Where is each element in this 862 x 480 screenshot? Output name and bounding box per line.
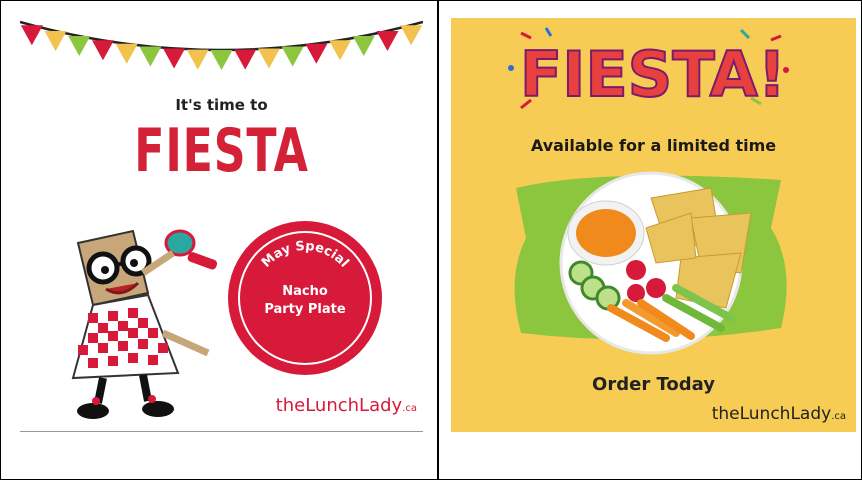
bunting-flag	[257, 48, 280, 69]
fiesta-promo-card-left: It's time to FIESTA May Special Nacho Pa…	[20, 18, 423, 430]
bunting-flag	[68, 36, 91, 57]
order-today-cta: Order Today	[592, 374, 715, 395]
bunting-flag	[400, 25, 423, 46]
svg-text:May Special: May Special	[259, 239, 352, 271]
brand-logo: theLunchLady.ca	[276, 395, 417, 416]
bunting-flag	[139, 46, 162, 67]
bunting-flag	[376, 31, 399, 52]
badge-arc-text: May Special	[259, 239, 352, 271]
pretitle: It's time to	[175, 96, 268, 114]
fiesta-logo: FIESTA!	[508, 27, 789, 112]
bunting-flag	[305, 43, 328, 64]
panel-divider	[437, 0, 439, 480]
fiesta-logo-text: FIESTA!	[520, 38, 786, 111]
bunting-flag	[352, 36, 375, 57]
fiesta-promo-card-right: FIESTA! Available for a limited time Ord…	[451, 18, 856, 432]
badge-line1: Nacho	[282, 284, 328, 299]
bunting-banner-icon	[20, 20, 423, 70]
bunting-flag	[115, 43, 138, 64]
card-underline	[20, 431, 423, 432]
brand-suffix: .ca	[402, 403, 417, 414]
bunting-flag	[329, 40, 352, 61]
bunting-flag	[186, 49, 209, 70]
brand-name: theLunchLady	[711, 404, 832, 424]
bunting-flag	[210, 50, 233, 70]
brand-name: theLunchLady	[275, 395, 403, 416]
bunting-flag	[20, 25, 43, 46]
bunting-flag	[44, 31, 67, 52]
may-special-badge: May Special Nacho Party Plate	[228, 221, 382, 375]
brand-logo: theLunchLady.ca	[712, 404, 846, 424]
nacho-plate-image	[514, 171, 787, 355]
bunting-flag	[91, 40, 114, 61]
lunch-lady-mascot-icon	[71, 229, 218, 419]
bunting-flag	[163, 48, 186, 69]
brand-suffix: .ca	[831, 411, 846, 422]
badge-line2: Party Plate	[264, 302, 346, 317]
bunting-flag	[234, 49, 257, 70]
badge-product: Nacho Party Plate	[228, 283, 382, 319]
fiesta-title: FIESTA	[134, 116, 309, 186]
bunting-flag	[281, 46, 304, 67]
availability-text: Available for a limited time	[530, 136, 777, 155]
